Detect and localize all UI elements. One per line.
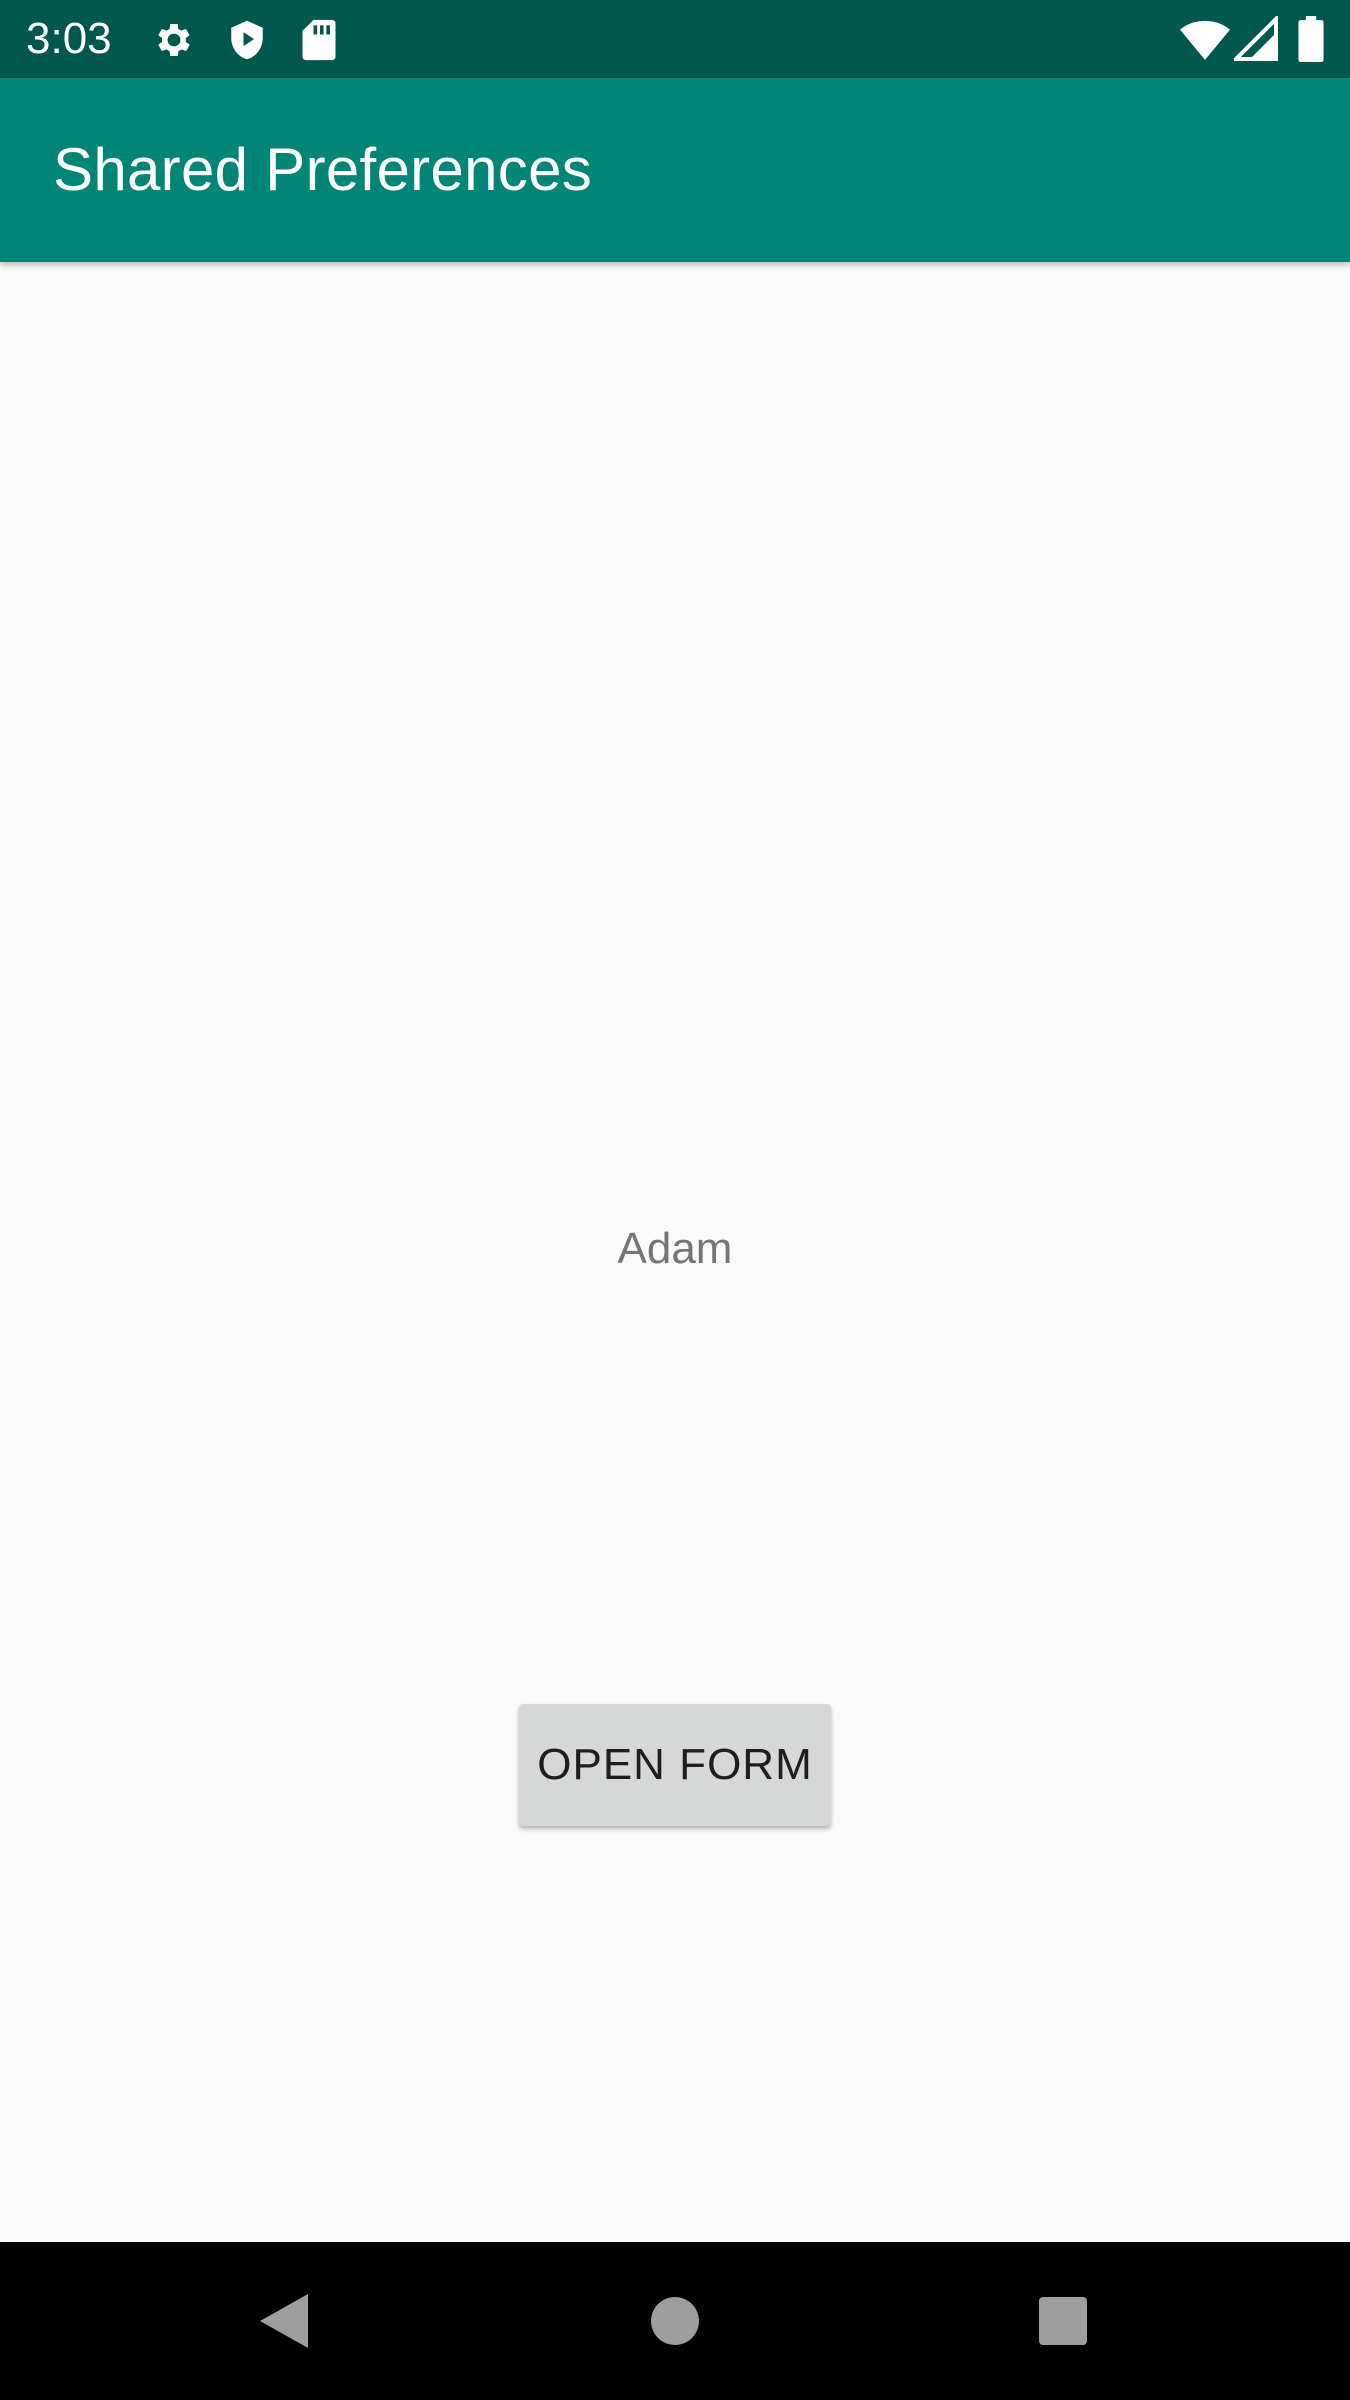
home-icon[interactable]	[615, 2242, 735, 2400]
open-form-button[interactable]: OPEN FORM	[519, 1704, 831, 1826]
app-bar: Shared Preferences	[0, 78, 1350, 262]
status-time: 3:03	[26, 14, 112, 63]
recents-icon[interactable]	[1002, 2242, 1122, 2400]
saved-name-text: Adam	[617, 1224, 733, 1273]
navigation-bar	[0, 2242, 1350, 2400]
app-title: Shared Preferences	[53, 136, 593, 203]
settings-gear-icon	[158, 24, 190, 56]
app-screen: 3:03 Shared Preferences Adam OPEN FORM	[0, 0, 1350, 2400]
main-content: Adam OPEN FORM	[0, 262, 1350, 2242]
cell-signal-icon	[1234, 16, 1278, 61]
status-bar: 3:03	[0, 0, 1350, 78]
back-icon[interactable]	[232, 2242, 352, 2400]
wifi-icon	[1180, 20, 1230, 60]
battery-icon	[1298, 16, 1324, 62]
shield-play-icon	[231, 20, 263, 60]
sd-card-icon	[302, 19, 336, 61]
